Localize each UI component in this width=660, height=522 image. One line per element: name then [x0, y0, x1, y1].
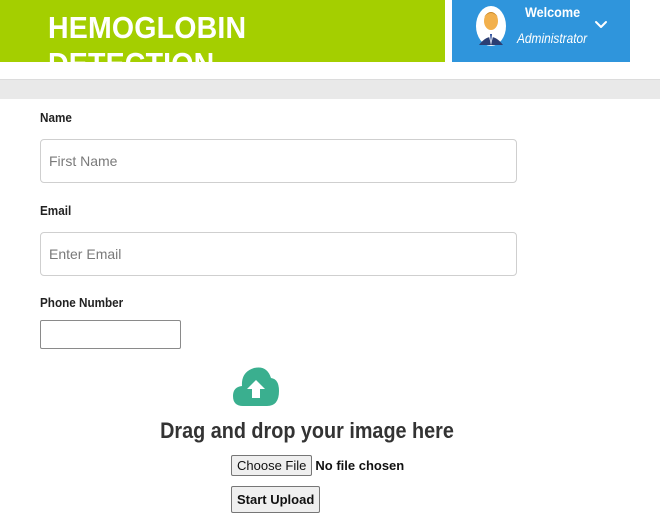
- header-banner: HEMOGLOBIN DETECTION: [0, 0, 445, 81]
- chevron-down-icon[interactable]: [593, 17, 609, 33]
- user-role: Administrator: [517, 30, 588, 46]
- user-menu[interactable]: Welcome Administrator: [452, 0, 630, 62]
- email-label: Email: [40, 203, 72, 218]
- drop-zone-text: Drag and drop your image here: [160, 418, 454, 443]
- file-picker: Choose File No file chosen: [231, 453, 404, 477]
- email-input[interactable]: [40, 232, 517, 276]
- user-avatar-icon: [476, 6, 506, 46]
- toolbar-strip: [0, 79, 660, 99]
- phone-input[interactable]: [40, 320, 181, 349]
- cloud-upload-icon[interactable]: [231, 358, 281, 408]
- name-input[interactable]: [40, 139, 517, 183]
- welcome-text: Welcome: [525, 4, 581, 20]
- file-status: No file chosen: [315, 457, 405, 473]
- start-upload-button[interactable]: Start Upload: [231, 486, 321, 513]
- app-title: HEMOGLOBIN DETECTION: [48, 10, 247, 81]
- name-label: Name: [40, 110, 72, 125]
- choose-file-button[interactable]: Choose File: [231, 454, 313, 476]
- phone-label: Phone Number: [40, 295, 124, 310]
